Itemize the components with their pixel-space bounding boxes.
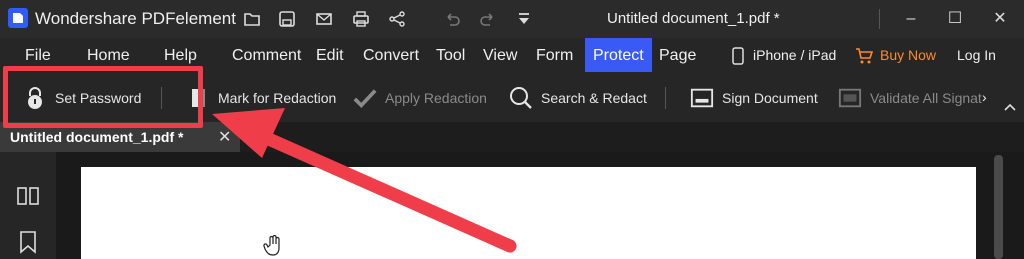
menu-tool[interactable]: Tool xyxy=(436,47,465,65)
menu-file[interactable]: File xyxy=(25,47,51,65)
menu-edit[interactable]: Edit xyxy=(316,47,344,65)
phone-icon xyxy=(732,47,744,65)
redo-icon[interactable] xyxy=(478,9,498,29)
menu-help[interactable]: Help xyxy=(164,47,197,65)
mail-icon[interactable] xyxy=(314,9,334,29)
search-and-redact-label: Search & Redact xyxy=(541,90,647,106)
app-name: Wondershare PDFelement xyxy=(35,9,236,28)
share-icon[interactable] xyxy=(387,9,407,29)
signature-box-icon xyxy=(690,86,714,110)
menu-form[interactable]: Form xyxy=(536,47,573,65)
save-icon[interactable] xyxy=(277,9,297,29)
apply-redaction-button[interactable]: Apply Redaction xyxy=(353,74,487,122)
bookmark-icon[interactable] xyxy=(18,230,38,254)
log-in-link[interactable]: Log In xyxy=(957,47,996,63)
sign-document-button[interactable]: Sign Document xyxy=(690,74,818,122)
buy-now-link[interactable]: Buy Now xyxy=(880,47,936,63)
menu-home[interactable]: Home xyxy=(87,47,130,65)
minimize-icon[interactable]: – xyxy=(900,8,922,30)
validate-icon xyxy=(838,86,862,110)
moon-icon[interactable] xyxy=(838,9,858,29)
menu-view[interactable]: View xyxy=(483,47,517,65)
close-tab-icon[interactable]: ✕ xyxy=(218,127,231,147)
dropdown-icon[interactable] xyxy=(514,9,534,29)
search-icon xyxy=(509,86,533,110)
validate-signatures-label: Validate All Signat xyxy=(870,90,982,106)
cart-icon xyxy=(856,48,873,64)
menu-convert[interactable]: Convert xyxy=(363,47,419,65)
close-icon[interactable]: ✕ xyxy=(989,8,1011,30)
thumbnails-icon[interactable] xyxy=(16,186,40,206)
document-title: Untitled document_1.pdf * xyxy=(607,10,780,27)
pdfelement-logo-icon xyxy=(8,8,28,28)
hand-cursor-icon xyxy=(263,235,280,256)
pdf-page[interactable] xyxy=(81,167,976,259)
document-tab-label: Untitled document_1.pdf * xyxy=(10,129,184,145)
new-tab-icon[interactable]: + xyxy=(247,125,259,148)
mark-for-redaction-label: Mark for Redaction xyxy=(218,90,337,106)
sign-document-label: Sign Document xyxy=(722,90,818,106)
scroll-right-icon[interactable]: › xyxy=(982,89,987,105)
maximize-icon[interactable]: ☐ xyxy=(944,8,966,30)
vertical-scrollbar[interactable] xyxy=(994,155,1003,259)
divider xyxy=(879,9,880,29)
apply-redaction-label: Apply Redaction xyxy=(385,90,487,106)
validate-signatures-button[interactable]: Validate All Signat xyxy=(838,74,982,122)
left-sidebar xyxy=(0,152,56,259)
title-bar: Wondershare PDFelement Untitled document… xyxy=(0,0,1024,38)
annotation-highlight-box xyxy=(3,66,203,128)
undo-icon[interactable] xyxy=(442,9,462,29)
menu-page[interactable]: Page xyxy=(659,47,696,65)
menu-protect[interactable]: Protect xyxy=(585,38,652,72)
collapse-toolbar-icon[interactable] xyxy=(1003,102,1017,112)
toolbar-divider xyxy=(665,87,666,109)
search-and-redact-button[interactable]: Search & Redact xyxy=(509,74,647,122)
menu-comment[interactable]: Comment xyxy=(232,47,301,65)
print-icon[interactable] xyxy=(351,9,371,29)
open-folder-icon[interactable] xyxy=(242,9,262,29)
mark-for-redaction-button[interactable]: Mark for Redaction xyxy=(186,74,336,122)
iphone-ipad-link[interactable]: iPhone / iPad xyxy=(753,47,836,63)
checkmark-icon xyxy=(353,86,377,110)
